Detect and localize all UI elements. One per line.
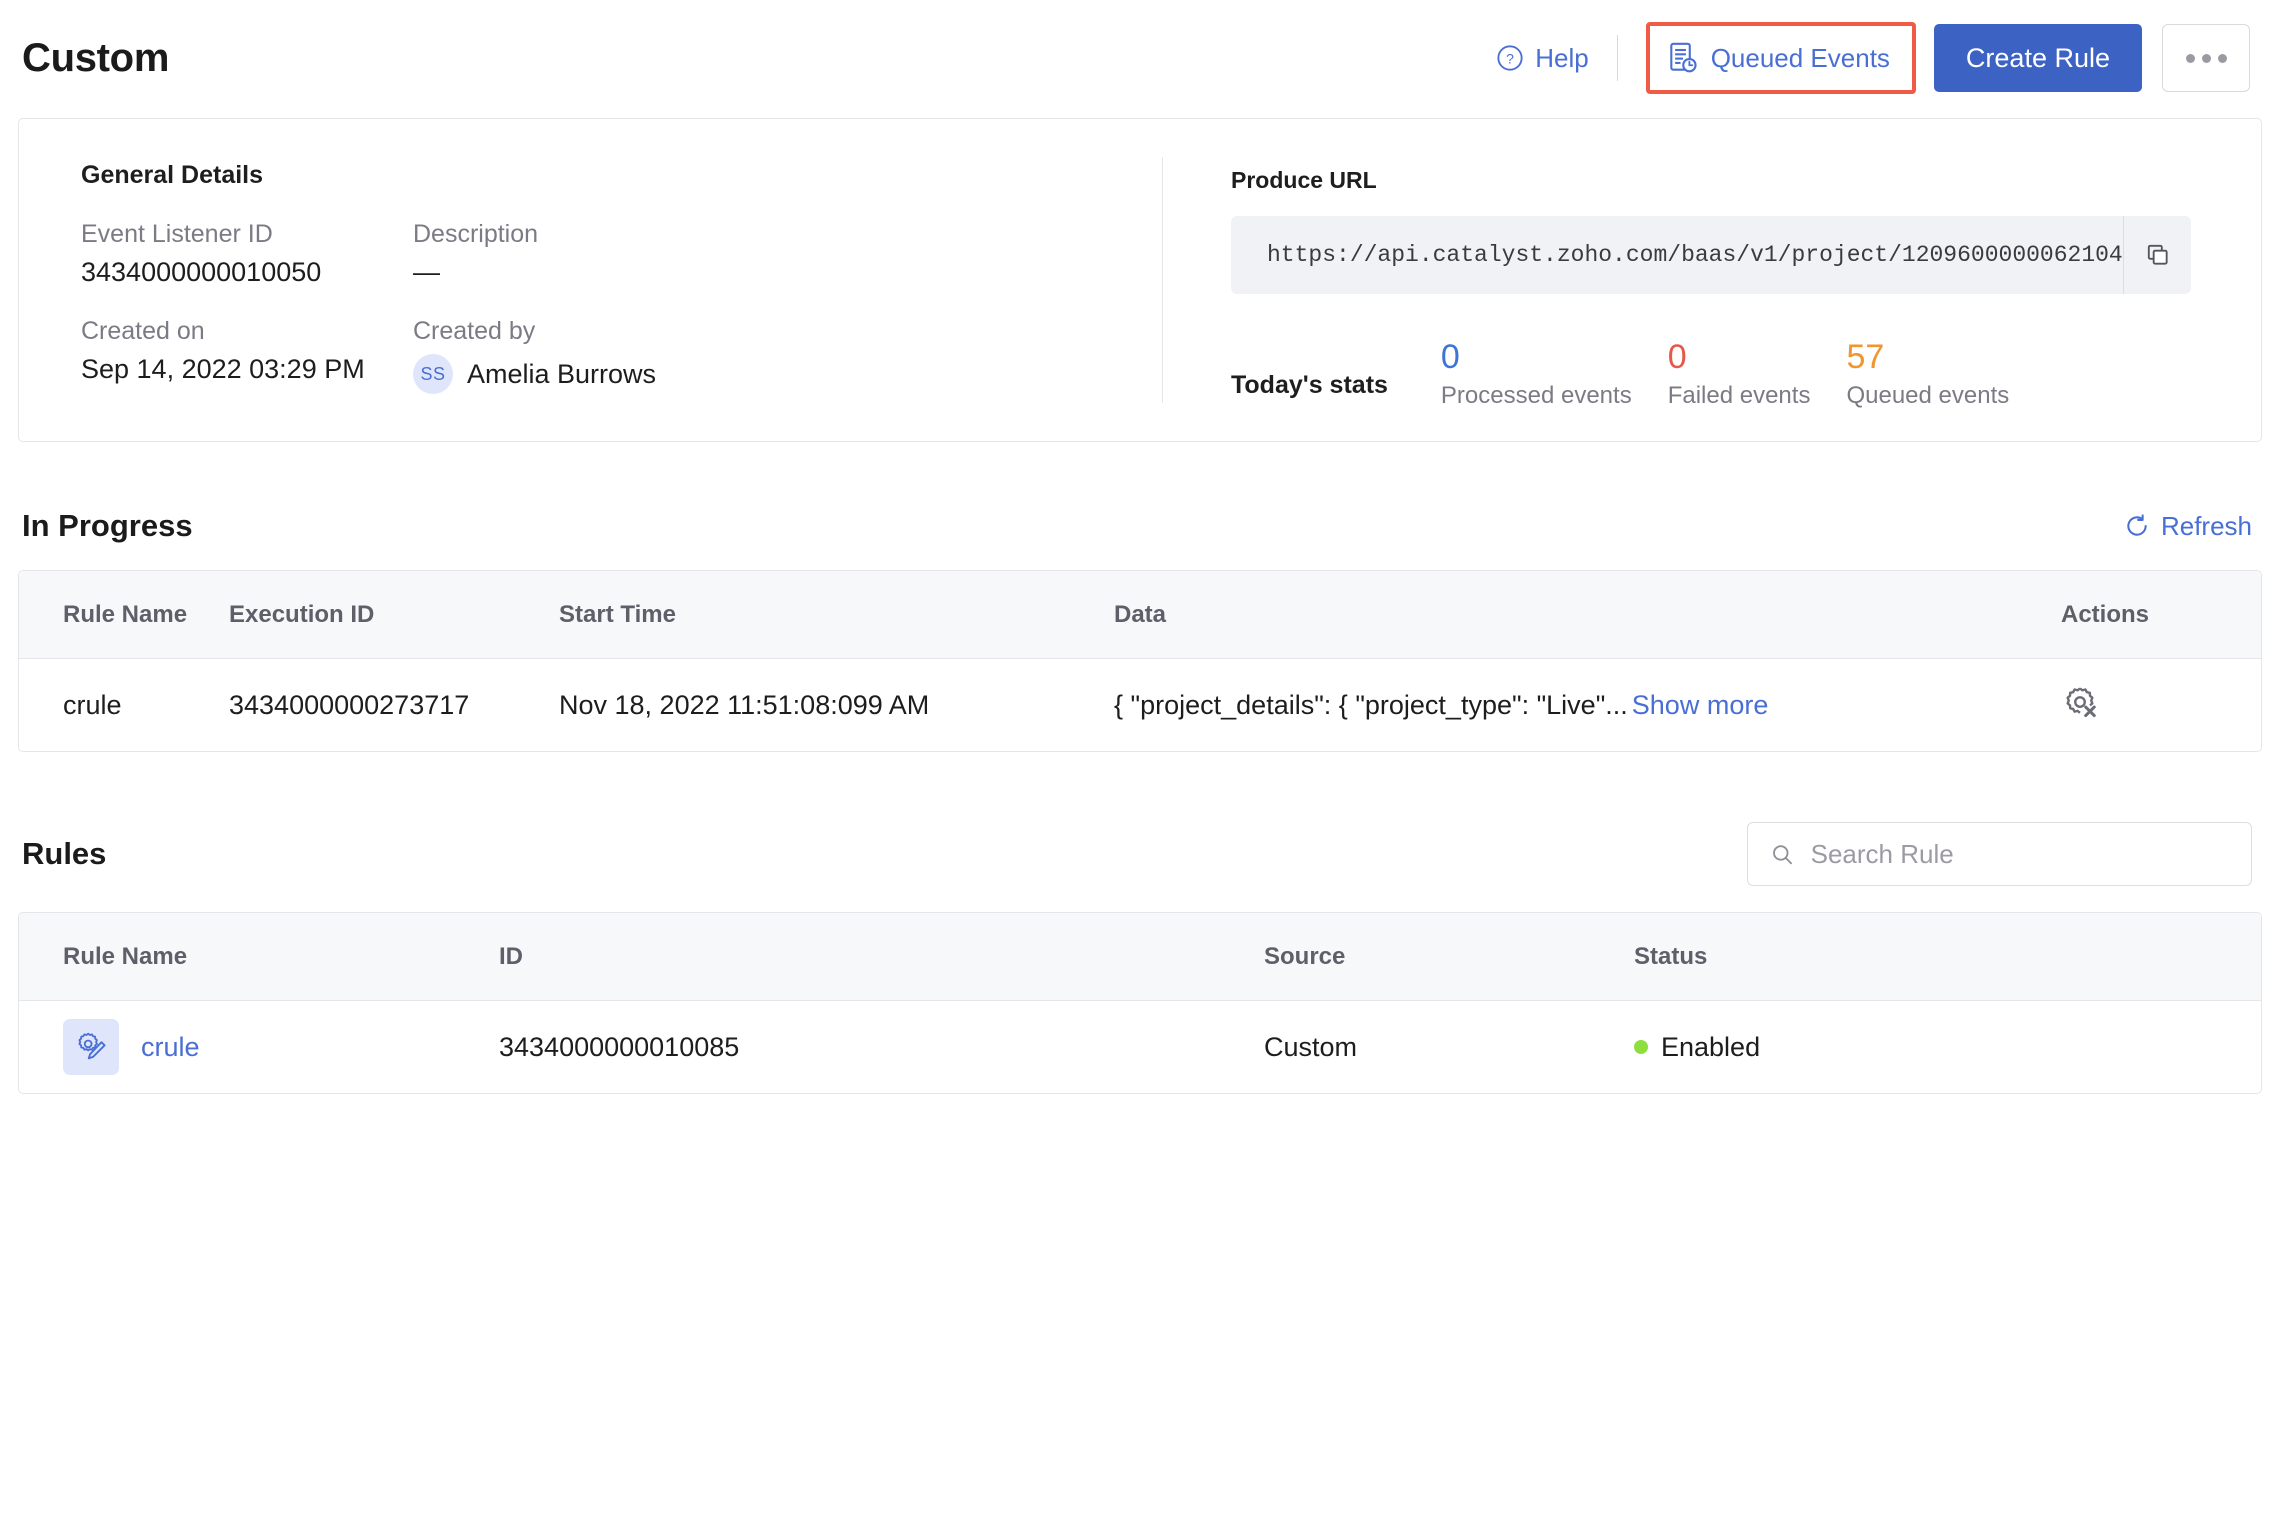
column-header-rule-name: Rule Name <box>63 600 188 628</box>
queued-events-icon <box>1669 42 1697 73</box>
produce-url-value: https://api.catalyst.zoho.com/baas/v1/pr… <box>1267 242 2123 268</box>
table-header-row: Rule Name ID Source Status <box>19 913 2261 1001</box>
svg-text:?: ? <box>1506 50 1514 66</box>
field-event-listener-id: Event Listener ID 3434000000010050 <box>81 220 413 288</box>
stat-value: 0 <box>1667 338 1687 376</box>
help-label: Help <box>1535 42 1589 73</box>
in-progress-header: In Progress Refresh <box>22 508 2252 544</box>
refresh-button[interactable]: Refresh <box>2124 511 2252 542</box>
column-header-execution-id: Execution ID <box>229 600 375 628</box>
cancel-execution-icon[interactable] <box>2061 683 2099 721</box>
column-header-data: Data <box>1114 600 1167 628</box>
stat-label: Queued events <box>1846 381 2010 409</box>
cell-rule-id: 3434000000010085 <box>499 1031 740 1062</box>
stat-value: 0 <box>1440 338 1460 376</box>
cell-execution-id: 3434000000273717 <box>229 689 470 720</box>
cell-rule-name: crule <box>63 689 122 720</box>
todays-stats: Today's stats 0 Processed events 0 Faile… <box>1231 338 2261 410</box>
general-details-title: General Details <box>81 161 264 189</box>
more-options-button[interactable] <box>2162 24 2250 92</box>
search-icon <box>1773 844 1792 864</box>
details-field-row-2: Created on Sep 14, 2022 03:29 PM Created… <box>81 317 1162 394</box>
in-progress-title: In Progress <box>22 508 193 543</box>
queued-events-button[interactable]: Queued Events <box>1655 32 1906 84</box>
dot-icon <box>2217 53 2227 63</box>
column-header-rule-name: Rule Name <box>63 942 188 970</box>
column-header-start-time: Start Time <box>559 600 676 628</box>
field-created-on: Created on Sep 14, 2022 03:29 PM <box>81 317 413 394</box>
page-root: Custom ? Help Queued Events Create Rule … <box>0 0 2280 1514</box>
table-row[interactable]: crule 3434000000010085 Custom Enabled <box>19 1001 2261 1093</box>
header-actions: ? Help Queued Events Create Rule <box>1496 22 2250 94</box>
stat-label: Processed events <box>1440 381 1632 409</box>
stat-failed-events: 0 Failed events <box>1667 338 1811 410</box>
copy-icon <box>2147 244 2168 265</box>
page-header: Custom ? Help Queued Events Create Rule <box>18 0 2262 116</box>
field-value: Sep 14, 2022 03:29 PM <box>81 354 365 384</box>
refresh-icon <box>2127 514 2147 536</box>
dot-icon <box>2201 53 2211 63</box>
rule-name-group: crule <box>63 1019 499 1075</box>
cell-data: { "project_details": { "project_type": "… <box>1114 690 2061 721</box>
produce-url-field[interactable]: https://api.catalyst.zoho.com/baas/v1/pr… <box>1231 216 2191 294</box>
stat-value: 57 <box>1846 338 1885 376</box>
table-header-row: Rule Name Execution ID Start Time Data A… <box>19 571 2261 659</box>
cell-data-text: { "project_details": { "project_type": "… <box>1114 689 1628 720</box>
create-rule-button[interactable]: Create Rule <box>1933 24 2142 92</box>
status-label: Enabled <box>1661 1031 1761 1062</box>
stat-queued-events: 57 Queued events <box>1846 338 2010 410</box>
field-label: Created on <box>81 317 205 345</box>
table-row[interactable]: crule 3434000000273717 Nov 18, 2022 11:5… <box>19 659 2261 751</box>
field-value: 3434000000010050 <box>81 257 322 287</box>
field-label: Created by <box>413 317 536 345</box>
produce-url-panel: Produce URL https://api.catalyst.zoho.co… <box>1163 119 2261 441</box>
cell-rule-name: crule <box>19 1019 499 1075</box>
help-circle-icon: ? <box>1497 45 1523 71</box>
cell-rule-status: Enabled <box>1634 1032 2261 1063</box>
help-button[interactable]: ? Help <box>1496 43 1616 74</box>
field-label: Event Listener ID <box>81 220 273 248</box>
page-title: Custom <box>22 35 170 80</box>
details-field-row-1: Event Listener ID 3434000000010050 Descr… <box>81 220 1162 317</box>
stat-processed-events: 0 Processed events <box>1440 338 1632 410</box>
stats-title: Today's stats <box>1231 370 1388 399</box>
cell-actions <box>2061 683 2261 728</box>
status-badge: Enabled <box>1634 1032 2261 1063</box>
stat-label: Failed events <box>1667 381 1811 409</box>
rules-table: Rule Name ID Source Status crule 3434000… <box>18 912 2262 1094</box>
search-rule-input[interactable] <box>1810 838 2229 870</box>
cell-rule-source: Custom <box>1264 1031 1358 1062</box>
rule-name-link[interactable]: crule <box>141 1032 200 1063</box>
field-label: Description <box>413 220 539 248</box>
avatar: SS <box>413 354 453 394</box>
cell-start-time: Nov 18, 2022 11:51:08:099 AM <box>559 689 930 720</box>
rule-gear-pencil-icon <box>78 1032 106 1060</box>
show-more-link[interactable]: Show more <box>1632 690 1769 721</box>
rule-icon-container <box>63 1019 119 1075</box>
refresh-label: Refresh <box>2160 510 2252 541</box>
dot-icon <box>2185 53 2195 63</box>
column-header-id: ID <box>499 942 523 970</box>
rules-title: Rules <box>22 836 107 871</box>
general-details-panel: General Details Event Listener ID 343400… <box>19 119 1162 441</box>
search-rule-box[interactable] <box>1747 822 2252 886</box>
status-dot-icon <box>1634 1040 1648 1054</box>
field-value: — <box>413 257 441 287</box>
column-header-status: Status <box>1634 942 1708 970</box>
copy-button[interactable] <box>2123 216 2191 294</box>
in-progress-table: Rule Name Execution ID Start Time Data A… <box>18 570 2262 752</box>
header-divider <box>1616 35 1618 81</box>
rules-header: Rules <box>22 822 2252 886</box>
field-created-by: Created by SS Amelia Burrows <box>413 317 813 394</box>
produce-url-label: Produce URL <box>1231 167 1377 193</box>
general-details-card: General Details Event Listener ID 343400… <box>18 118 2262 442</box>
queued-events-highlight: Queued Events <box>1645 22 1916 94</box>
field-description: Description — <box>413 220 813 288</box>
creator-row: SS Amelia Burrows <box>413 354 813 394</box>
field-value: Amelia Burrows <box>467 358 657 389</box>
queued-events-label: Queued Events <box>1710 42 1890 73</box>
column-header-actions: Actions <box>2061 600 2150 628</box>
column-header-source: Source <box>1264 942 1346 970</box>
